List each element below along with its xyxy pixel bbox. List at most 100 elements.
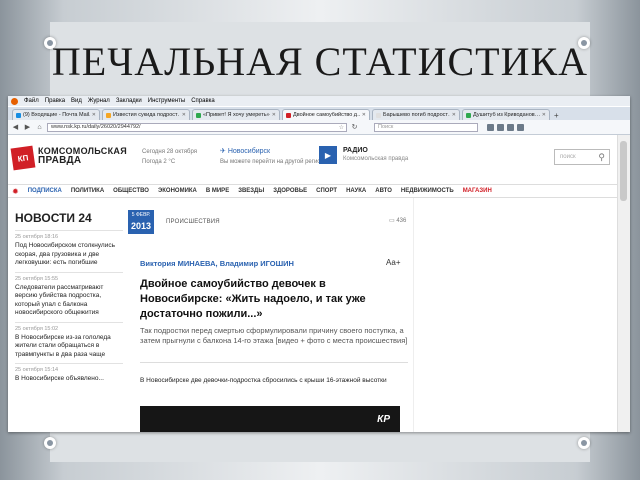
reload-icon[interactable]: ↻ — [350, 123, 359, 131]
news-time: 25 октября 15:02 — [15, 325, 59, 332]
article-authors[interactable]: Виктория МИНАЕВА, Владимир ИГОШИН — [140, 259, 294, 268]
news-text: В Новосибирске объявлено... — [15, 375, 104, 382]
article-date-year: 2013 — [130, 221, 152, 231]
rubric-nav: ✹ ПОДПИСКА ПОЛИТИКА ОБЩЕСТВО ЭКОНОМИКА В… — [8, 184, 618, 198]
site-search-placeholder: поиск — [560, 154, 576, 160]
close-icon[interactable]: ✕ — [182, 112, 186, 118]
tab-favicon — [466, 112, 471, 118]
rubric-society[interactable]: ОБЩЕСТВО — [113, 188, 149, 194]
news-item[interactable]: 25 октября 15:14 В Новосибирске объявлен… — [15, 363, 123, 388]
tab-favicon — [196, 112, 201, 118]
browser-tab[interactable]: (9) Входящие - Почта Mail.… ✕ — [12, 109, 100, 120]
rubric-realty[interactable]: НЕДВИЖИМОСТЬ — [401, 188, 454, 194]
rubric-stars[interactable]: ЗВЕЗДЫ — [238, 188, 264, 194]
browser-tab[interactable]: Душитуб из Криводанов… ✕ — [462, 109, 550, 120]
close-icon[interactable]: ✕ — [272, 112, 276, 118]
rubric-science[interactable]: НАУКА — [346, 188, 366, 194]
menu-file[interactable]: Файл — [24, 98, 39, 104]
web-page: КП КОМСОМОЛЬСКАЯ ПРАВДА Сегодня 28 октяб… — [8, 135, 618, 432]
menu-help[interactable]: Справка — [191, 98, 215, 104]
region-city[interactable]: ✈ Новосибирск — [220, 147, 324, 157]
bookmarks-icon[interactable] — [497, 123, 504, 131]
scroll-thumb[interactable] — [620, 141, 627, 201]
title-ornament-left — [44, 37, 56, 49]
news-item[interactable]: 25 октября 18:16 Под Новосибирском столк… — [15, 230, 123, 272]
tab-favicon — [16, 112, 21, 118]
close-icon[interactable]: ✕ — [92, 112, 96, 118]
kp-logo-icon[interactable]: КП — [10, 145, 36, 171]
rubric-subscription[interactable]: ПОДПИСКА — [28, 188, 62, 194]
browser-search-input[interactable]: Поиск — [374, 122, 478, 132]
comments-count[interactable]: ▭ 436 — [389, 217, 406, 224]
divider — [140, 362, 408, 363]
news-item[interactable]: 25 октября 15:55 Следователи рассматрива… — [15, 271, 123, 322]
home-icon[interactable]: ⌂ — [35, 124, 44, 131]
news-feed: 25 октября 18:16 Под Новосибирском столк… — [15, 230, 123, 430]
rubric-politics[interactable]: ПОЛИТИКА — [71, 188, 104, 194]
rubric-world[interactable]: В МИРЕ — [206, 188, 229, 194]
tab-favicon — [106, 112, 111, 118]
close-icon[interactable]: ✕ — [362, 112, 366, 118]
menu-bookmarks[interactable]: Закладки — [116, 98, 142, 104]
url-field[interactable]: www.nsk.kp.ru/daily/26020/2944792/ ☆ — [47, 122, 347, 132]
site-search-input[interactable]: поиск ⚲ — [554, 149, 610, 165]
browser-tab[interactable]: Барышево погиб подрост… ✕ — [372, 109, 460, 120]
font-size-button[interactable]: Аа+ — [386, 258, 401, 267]
sun-logo-icon[interactable]: ✹ — [12, 187, 19, 196]
url-text: www.nsk.kp.ru/daily/26020/2944792/ — [51, 124, 141, 130]
close-icon[interactable]: ✕ — [542, 112, 546, 118]
region-selector: ✈ Новосибирск Вы можете перейти на друго… — [220, 147, 324, 167]
browser-menubar: Файл Правка Вид Журнал Закладки Инструме… — [8, 96, 630, 106]
today-date: Сегодня 28 октября — [142, 149, 197, 155]
browser-tab[interactable]: Известия сукида подрост… ✕ — [102, 109, 190, 120]
logo-line-2: ПРАВДА — [38, 155, 82, 166]
downloads-icon[interactable] — [487, 123, 494, 131]
rubric-sport[interactable]: СПОРТ — [316, 188, 337, 194]
browser-tab[interactable]: «Привет! Я хочу умереть»… ✕ — [192, 109, 280, 120]
news-text: Следователи рассматривают версию убийств… — [15, 283, 104, 317]
weather: Погода 2 °С — [142, 159, 176, 165]
browser-screenshot: Файл Правка Вид Журнал Закладки Инструме… — [8, 96, 630, 432]
rubric-economy[interactable]: ЭКОНОМИКА — [158, 188, 197, 194]
browser-navbar: ◀ ▶ ⌂ www.nsk.kp.ru/daily/26020/2944792/… — [8, 120, 630, 135]
title-ornament-right — [578, 37, 590, 49]
article-date-day: 5 ФЕВР. — [131, 212, 151, 218]
menu-icon[interactable] — [517, 123, 524, 131]
browser-search-placeholder: Поиск — [378, 124, 394, 130]
article-section[interactable]: ПРОИСШЕСТВИЯ — [166, 219, 220, 225]
close-icon[interactable]: ✕ — [452, 112, 456, 118]
home-button-icon[interactable] — [507, 123, 514, 131]
tab-favicon — [376, 112, 381, 118]
news-24-heading[interactable]: НОВОСТИ 24 — [15, 211, 92, 225]
article-video[interactable]: КР — [140, 406, 400, 432]
rubric-health[interactable]: ЗДОРОВЬЕ — [273, 188, 307, 194]
radio-widget: ▶ РАДИО Комсомольская правда — [319, 146, 408, 164]
new-tab-icon[interactable]: + — [554, 111, 559, 120]
menu-tools[interactable]: Инструменты — [148, 98, 185, 104]
page-scrollbar[interactable] — [617, 135, 630, 432]
play-icon[interactable]: ▶ — [319, 146, 337, 164]
frame-ornament-bottom-right — [578, 437, 590, 449]
menu-view[interactable]: Вид — [71, 98, 82, 104]
menu-edit[interactable]: Правка — [45, 98, 65, 104]
article-headline: Двойное самоубийство девочек в Новосибир… — [140, 278, 366, 320]
radio-title: РАДИО — [343, 147, 368, 154]
bookmark-star-icon[interactable]: ☆ — [339, 124, 344, 131]
browser-tabs: (9) Входящие - Почта Mail.… ✕ Известия су… — [8, 107, 630, 120]
site-logo[interactable]: КОМСОМОЛЬСКАЯ ПРАВДА — [38, 146, 127, 166]
region-switch-link[interactable]: Вы можете перейти на другой регион — [220, 157, 324, 167]
forward-icon[interactable]: ▶ — [23, 123, 32, 131]
toolbar-icons — [487, 123, 524, 131]
region-map-icon: ✈ — [220, 148, 228, 155]
back-icon[interactable]: ◀ — [11, 123, 20, 131]
rubric-shop[interactable]: МАГАЗИН — [463, 188, 492, 194]
video-logo: КР — [377, 414, 390, 425]
news-item[interactable]: 25 октября 15:02 В Новосибирске из-за го… — [15, 321, 123, 364]
menu-history[interactable]: Журнал — [88, 98, 110, 104]
frame-ornament-bottom-left — [44, 437, 56, 449]
browser-tab-active[interactable]: Двойное самоубийство д… ✕ — [282, 109, 370, 120]
tab-favicon — [286, 112, 291, 118]
news-time: 25 октября 18:16 — [15, 234, 59, 240]
search-icon[interactable]: ⚲ — [598, 152, 605, 163]
rubric-auto[interactable]: АВТО — [375, 188, 392, 194]
